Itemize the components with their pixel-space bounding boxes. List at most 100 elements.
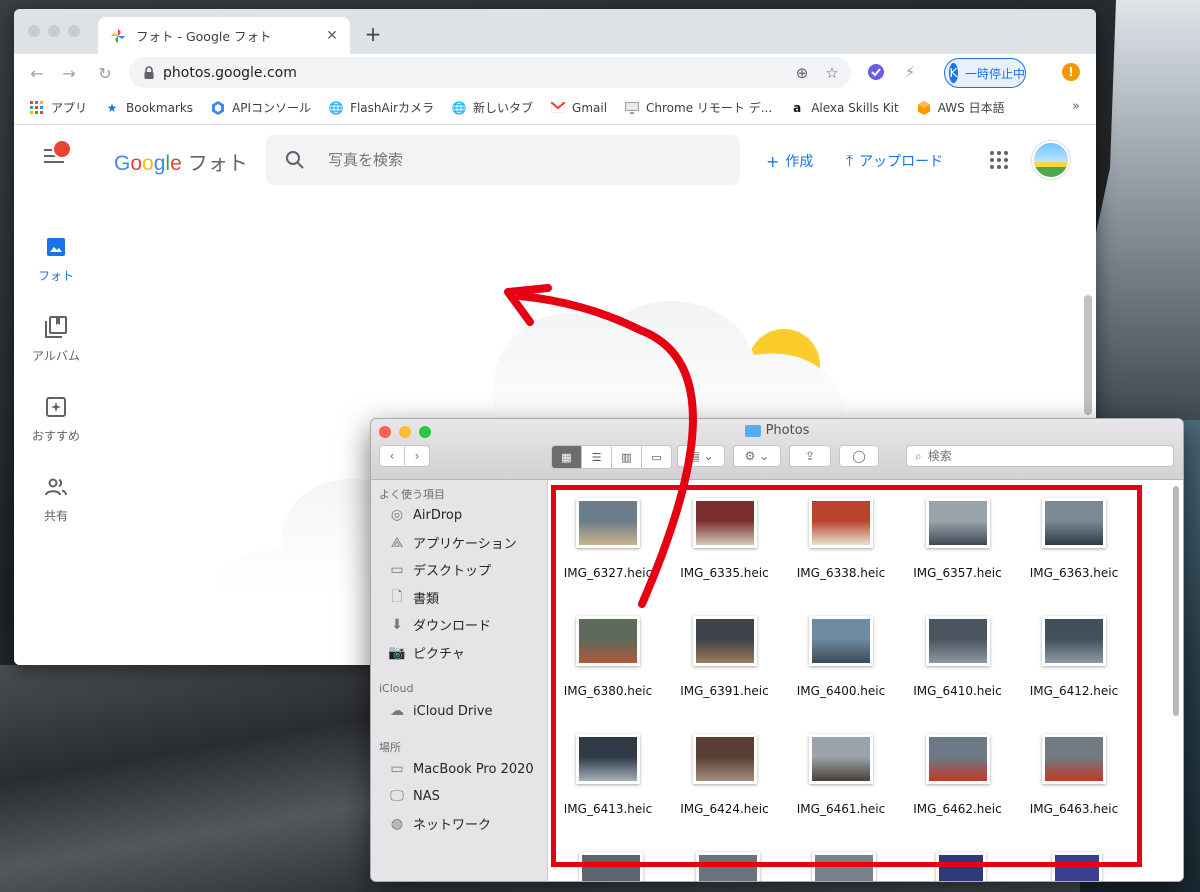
bookmark-alexa[interactable]: a Alexa Skills Kit [790, 101, 899, 115]
google-apps-icon[interactable] [990, 151, 1008, 169]
column-view-icon[interactable]: ▥ [612, 446, 642, 468]
update-alert-icon[interactable]: ! [1062, 63, 1080, 81]
extension-check-icon[interactable] [866, 62, 886, 82]
photo-thumbnail [809, 498, 873, 548]
bookmark-flashair[interactable]: 🌐 FlashAirカメラ [329, 99, 434, 116]
upload-button[interactable]: ⤒ アップロード [846, 151, 943, 171]
aws-icon [917, 100, 931, 115]
hexagon-icon [211, 100, 225, 115]
file-item[interactable]: IMG_6327.heic [553, 498, 663, 580]
reload-icon[interactable]: ↻ [94, 62, 116, 84]
bookmarks-overflow-icon[interactable]: » [1072, 99, 1080, 114]
photos-search-bar[interactable] [266, 135, 740, 185]
bookmark-new-tab[interactable]: 🌐 新しいタブ [452, 99, 533, 116]
photo-thumbnail [809, 616, 873, 666]
photo-thumbnail[interactable] [579, 852, 643, 881]
file-item[interactable]: IMG_6424.heic [670, 734, 780, 816]
upload-icon: ⤒ [846, 151, 854, 170]
bookmark-api-console[interactable]: APIコンソール [211, 99, 311, 116]
file-name: IMG_6410.heic [913, 684, 1002, 698]
bookmark-star-icon[interactable]: ☆ [821, 62, 843, 84]
file-item[interactable]: IMG_6462.heic [903, 734, 1013, 816]
address-bar[interactable]: photos.google.com ⊕ ☆ [129, 57, 851, 88]
photo-thumbnail [925, 734, 990, 784]
account-avatar[interactable] [1032, 141, 1070, 179]
file-item[interactable]: IMG_6463.heic [1019, 734, 1129, 816]
profile-status: 一時停止中 [964, 66, 1025, 81]
url-text[interactable]: photos.google.com [163, 65, 791, 81]
back-icon[interactable]: ← [26, 62, 48, 84]
laptop-icon: ▭ [390, 761, 404, 777]
finder-file-grid: IMG_6327.heic IMG_6335.heic IMG_6338.heic I… [548, 480, 1183, 881]
page-scrollbar[interactable] [1084, 295, 1092, 415]
share-icon[interactable]: ⇪ [789, 445, 831, 467]
tab-google-photos[interactable]: フォト - Google フォト ✕ [98, 17, 350, 54]
sidebar-item-applications[interactable]: ⟁ アプリケーション [387, 533, 517, 553]
tab-title: フォト - Google フォト [136, 29, 272, 44]
action-gear-icon[interactable]: ⚙ ⌄ [733, 445, 781, 467]
finder-forward-icon[interactable]: › [404, 445, 430, 467]
sidebar-item-downloads[interactable]: ⬇ ダウンロード [387, 615, 491, 635]
bookmark-bookmarks[interactable]: ★ Bookmarks [105, 101, 193, 115]
finder-scrollbar[interactable] [1173, 486, 1179, 716]
sidebar-item-pictures[interactable]: 📷 ピクチャ [387, 643, 465, 663]
sidebar-item-label: AirDrop [413, 507, 463, 523]
photo-thumbnail[interactable] [812, 852, 876, 881]
bookmark-aws[interactable]: AWS 日本語 [917, 99, 1005, 116]
photo-thumbnail[interactable] [935, 852, 986, 881]
file-name: IMG_6462.heic [913, 802, 1002, 816]
new-tab-button[interactable]: + [362, 22, 384, 46]
finder-search-input[interactable] [925, 448, 1150, 464]
bookmark-apps[interactable]: アプリ [30, 99, 87, 116]
file-item[interactable]: IMG_6413.heic [553, 734, 663, 816]
file-item[interactable]: IMG_6400.heic [786, 616, 896, 698]
file-item[interactable]: IMG_6380.heic [553, 616, 663, 698]
sidebar-item-network[interactable]: ◍ ネットワーク [387, 814, 491, 834]
album-icon [45, 316, 67, 338]
tag-icon[interactable]: ◯ [839, 445, 879, 467]
file-item[interactable]: IMG_6335.heic [670, 498, 780, 580]
install-app-icon[interactable]: ⊕ [791, 62, 813, 84]
list-view-icon[interactable]: ☰ [582, 446, 612, 468]
nav-suggestions[interactable]: おすすめ [14, 395, 98, 444]
bookmark-gmail[interactable]: Gmail [551, 101, 607, 115]
photo-thumbnail[interactable] [695, 852, 760, 881]
zoom-window-button[interactable] [68, 25, 80, 37]
group-by-icon[interactable]: ▤ ⌄ [677, 445, 725, 467]
gallery-view-icon[interactable]: ▭ [642, 446, 671, 468]
sidebar-item-airdrop[interactable]: ◎ AirDrop [387, 506, 462, 524]
nav-albums[interactable]: アルバム [14, 315, 98, 364]
file-item[interactable]: IMG_6357.heic [903, 498, 1013, 580]
lightning-extension-icon[interactable]: ⚡ [900, 62, 920, 82]
create-button[interactable]: + 作成 [766, 151, 813, 171]
close-tab-icon[interactable]: ✕ [322, 26, 342, 46]
file-item[interactable]: IMG_6410.heic [903, 616, 1013, 698]
photo-thumbnail [1042, 616, 1106, 666]
forward-icon[interactable]: → [58, 62, 80, 84]
applications-icon: ⟁ [390, 534, 404, 551]
file-item[interactable]: IMG_6338.heic [786, 498, 896, 580]
minimize-window-button[interactable] [48, 25, 60, 37]
sidebar-item-desktop[interactable]: ▭ デスクトップ [387, 560, 491, 580]
finder-back-icon[interactable]: ‹ [379, 445, 405, 467]
file-item[interactable]: IMG_6363.heic [1019, 498, 1129, 580]
close-window-button[interactable] [28, 25, 40, 37]
file-item[interactable]: IMG_6412.heic [1019, 616, 1129, 698]
google-photos-logo[interactable]: Google フォト [114, 147, 248, 176]
sidebar-item-icloud-drive[interactable]: ☁ iCloud Drive [387, 702, 493, 720]
file-item[interactable]: IMG_6461.heic [786, 734, 896, 816]
icon-view-icon[interactable]: ▦ [552, 446, 582, 468]
profile-button[interactable]: K 一時停止中 [944, 58, 1026, 88]
nav-sharing[interactable]: 共有 [14, 475, 98, 524]
photo-thumbnail[interactable] [1052, 852, 1102, 881]
file-name: IMG_6424.heic [680, 802, 769, 816]
nav-photos[interactable]: フォト [14, 235, 98, 284]
sidebar-item-nas[interactable]: 🖵 NAS [387, 787, 440, 805]
finder-search-field[interactable]: ⌕ [906, 445, 1174, 467]
sidebar-item-macbook[interactable]: ▭ MacBook Pro 2020 [387, 760, 533, 778]
file-item[interactable]: IMG_6391.heic [670, 616, 780, 698]
bookmark-chrome-remote[interactable]: Chrome リモート デ... [625, 99, 772, 116]
sidebar-item-documents[interactable]: 🗋 書類 [387, 588, 439, 608]
photo-thumbnail [692, 616, 757, 666]
photos-search-input[interactable] [326, 150, 710, 170]
